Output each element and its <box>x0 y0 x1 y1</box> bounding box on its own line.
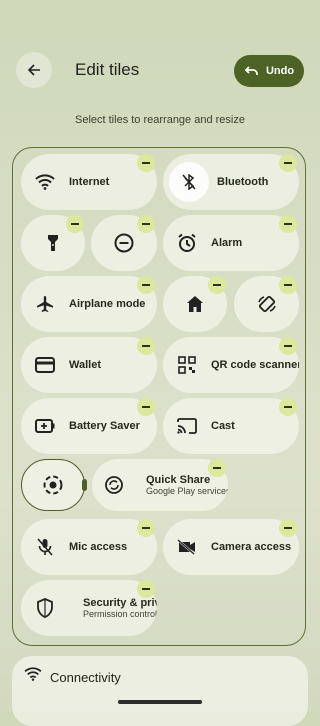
remove-wallet-button[interactable] <box>137 337 155 355</box>
tile-label: Security & privacy <box>83 597 157 609</box>
wifi-icon <box>35 174 55 190</box>
tile-label: Airplane mode <box>69 298 146 310</box>
tile-label: Mic access <box>69 541 128 553</box>
remove-cast-button[interactable] <box>279 398 297 416</box>
remove-mic-button[interactable] <box>137 519 155 537</box>
remove-qr-button[interactable] <box>279 337 297 355</box>
camera-off-icon <box>177 539 195 555</box>
undo-button[interactable]: Undo <box>234 55 304 87</box>
remove-dnd-button[interactable] <box>137 215 155 233</box>
home-icon <box>187 296 203 312</box>
remove-camera-button[interactable] <box>279 519 297 537</box>
flashlight-icon <box>48 235 58 251</box>
connectivity-panel <box>12 656 308 726</box>
tile-label: Internet <box>69 176 110 188</box>
battery-saver-icon <box>35 419 55 433</box>
page-title: Edit tiles <box>75 60 140 79</box>
remove-alarm-button[interactable] <box>279 215 297 233</box>
tile-label: Cast <box>211 420 235 432</box>
tile-label: Battery Saver <box>69 420 140 432</box>
do-not-disturb-icon <box>114 233 134 253</box>
tile-label: Wallet <box>69 359 101 371</box>
gesture-nav-bar[interactable] <box>118 700 202 704</box>
resize-handle[interactable] <box>82 479 87 491</box>
tile-label: Camera access <box>211 541 292 553</box>
remove-flashlight-button[interactable] <box>66 215 84 233</box>
remove-bluetooth-button[interactable] <box>279 154 297 172</box>
cast-icon <box>177 418 197 434</box>
remove-battery-button[interactable] <box>137 398 155 416</box>
qr-code-icon <box>178 356 196 374</box>
tile-label: QR code scanner <box>211 359 299 371</box>
bluetooth-off-icon <box>182 174 196 190</box>
remove-auto-rotate-button[interactable] <box>279 276 297 294</box>
wallet-icon <box>35 357 55 373</box>
remove-home-button[interactable] <box>208 276 226 294</box>
remove-security-button[interactable] <box>137 580 155 598</box>
undo-icon <box>244 66 258 75</box>
connectivity-heading: Connectivity <box>50 670 121 685</box>
top-bar: Edit tiles Undo <box>0 0 320 100</box>
tile-sublabel: Google Play services <box>146 486 228 496</box>
remove-internet-button[interactable] <box>137 154 155 172</box>
tile-sublabel: Permission controls <box>83 609 157 619</box>
shield-icon <box>37 598 53 618</box>
instructions-text: Select tiles to rearrange and resize <box>75 114 245 126</box>
airplane-icon <box>37 296 53 312</box>
auto-rotate-icon <box>257 295 276 313</box>
remove-airplane-button[interactable] <box>137 276 155 294</box>
quick-share-icon <box>105 476 123 494</box>
undo-label: Undo <box>265 65 295 77</box>
tile-label: Alarm <box>211 237 243 249</box>
wifi-icon <box>24 667 42 681</box>
remove-quick-share-button[interactable] <box>208 459 226 477</box>
screen-record-icon <box>43 475 63 495</box>
arrow-left-icon <box>27 64 40 76</box>
back-button[interactable] <box>16 52 52 88</box>
mic-off-icon <box>37 538 53 556</box>
tile-label: Bluetooth <box>217 176 269 188</box>
tile-screen-record-selected[interactable] <box>21 459 85 511</box>
alarm-icon <box>178 233 196 252</box>
